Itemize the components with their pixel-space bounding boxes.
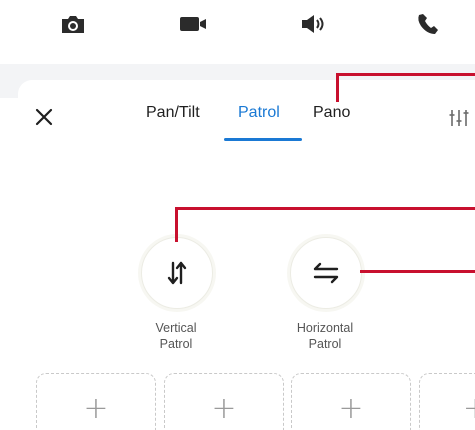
annotation-line-horizontal-patrol (360, 270, 475, 273)
video-icon[interactable] (178, 10, 208, 38)
add-preset-slot-4[interactable]: + (419, 373, 475, 430)
annotation-line-pano-vertical (336, 74, 339, 102)
horizontal-patrol-button[interactable] (290, 237, 362, 309)
tab-pano[interactable]: Pano (313, 104, 350, 122)
speaker-icon[interactable] (298, 10, 328, 38)
top-action-bar (0, 0, 475, 60)
close-button[interactable] (32, 105, 56, 129)
vertical-arrows-icon (167, 261, 187, 285)
camera-icon[interactable] (58, 10, 88, 38)
tab-pan-tilt[interactable]: Pan/Tilt (146, 104, 200, 122)
vertical-patrol-label: Vertical Patrol (121, 320, 231, 352)
add-preset-slot-1[interactable]: + (36, 373, 156, 430)
add-preset-slot-2[interactable]: + (164, 373, 284, 430)
vertical-patrol-label-line2: Patrol (159, 337, 193, 351)
add-preset-slot-3[interactable]: + (291, 373, 411, 430)
horizontal-arrows-icon (313, 262, 339, 284)
plus-icon: + (211, 391, 237, 426)
horizontal-patrol-label-line2: Patrol (308, 337, 342, 351)
settings-button[interactable] (446, 106, 472, 130)
phone-icon[interactable] (414, 10, 444, 38)
annotation-line-vertical-patrol-vertical (175, 208, 178, 242)
active-tab-indicator (224, 138, 302, 141)
plus-icon: + (463, 394, 475, 424)
annotation-line-pano-horizontal (336, 73, 475, 76)
plus-icon: + (83, 391, 109, 426)
screen: Pan/Tilt Patrol Pano Vertical Patrol Hor… (0, 0, 475, 430)
vertical-patrol-label-line1: Vertical (155, 321, 197, 335)
horizontal-patrol-label: Horizontal Patrol (270, 320, 380, 352)
plus-icon: + (338, 391, 364, 426)
vertical-patrol-button[interactable] (141, 237, 213, 309)
close-icon (35, 108, 53, 126)
tab-patrol[interactable]: Patrol (238, 104, 280, 122)
annotation-line-vertical-patrol-horizontal (175, 207, 475, 210)
horizontal-patrol-label-line1: Horizontal (296, 321, 354, 335)
sliders-icon (449, 110, 469, 126)
